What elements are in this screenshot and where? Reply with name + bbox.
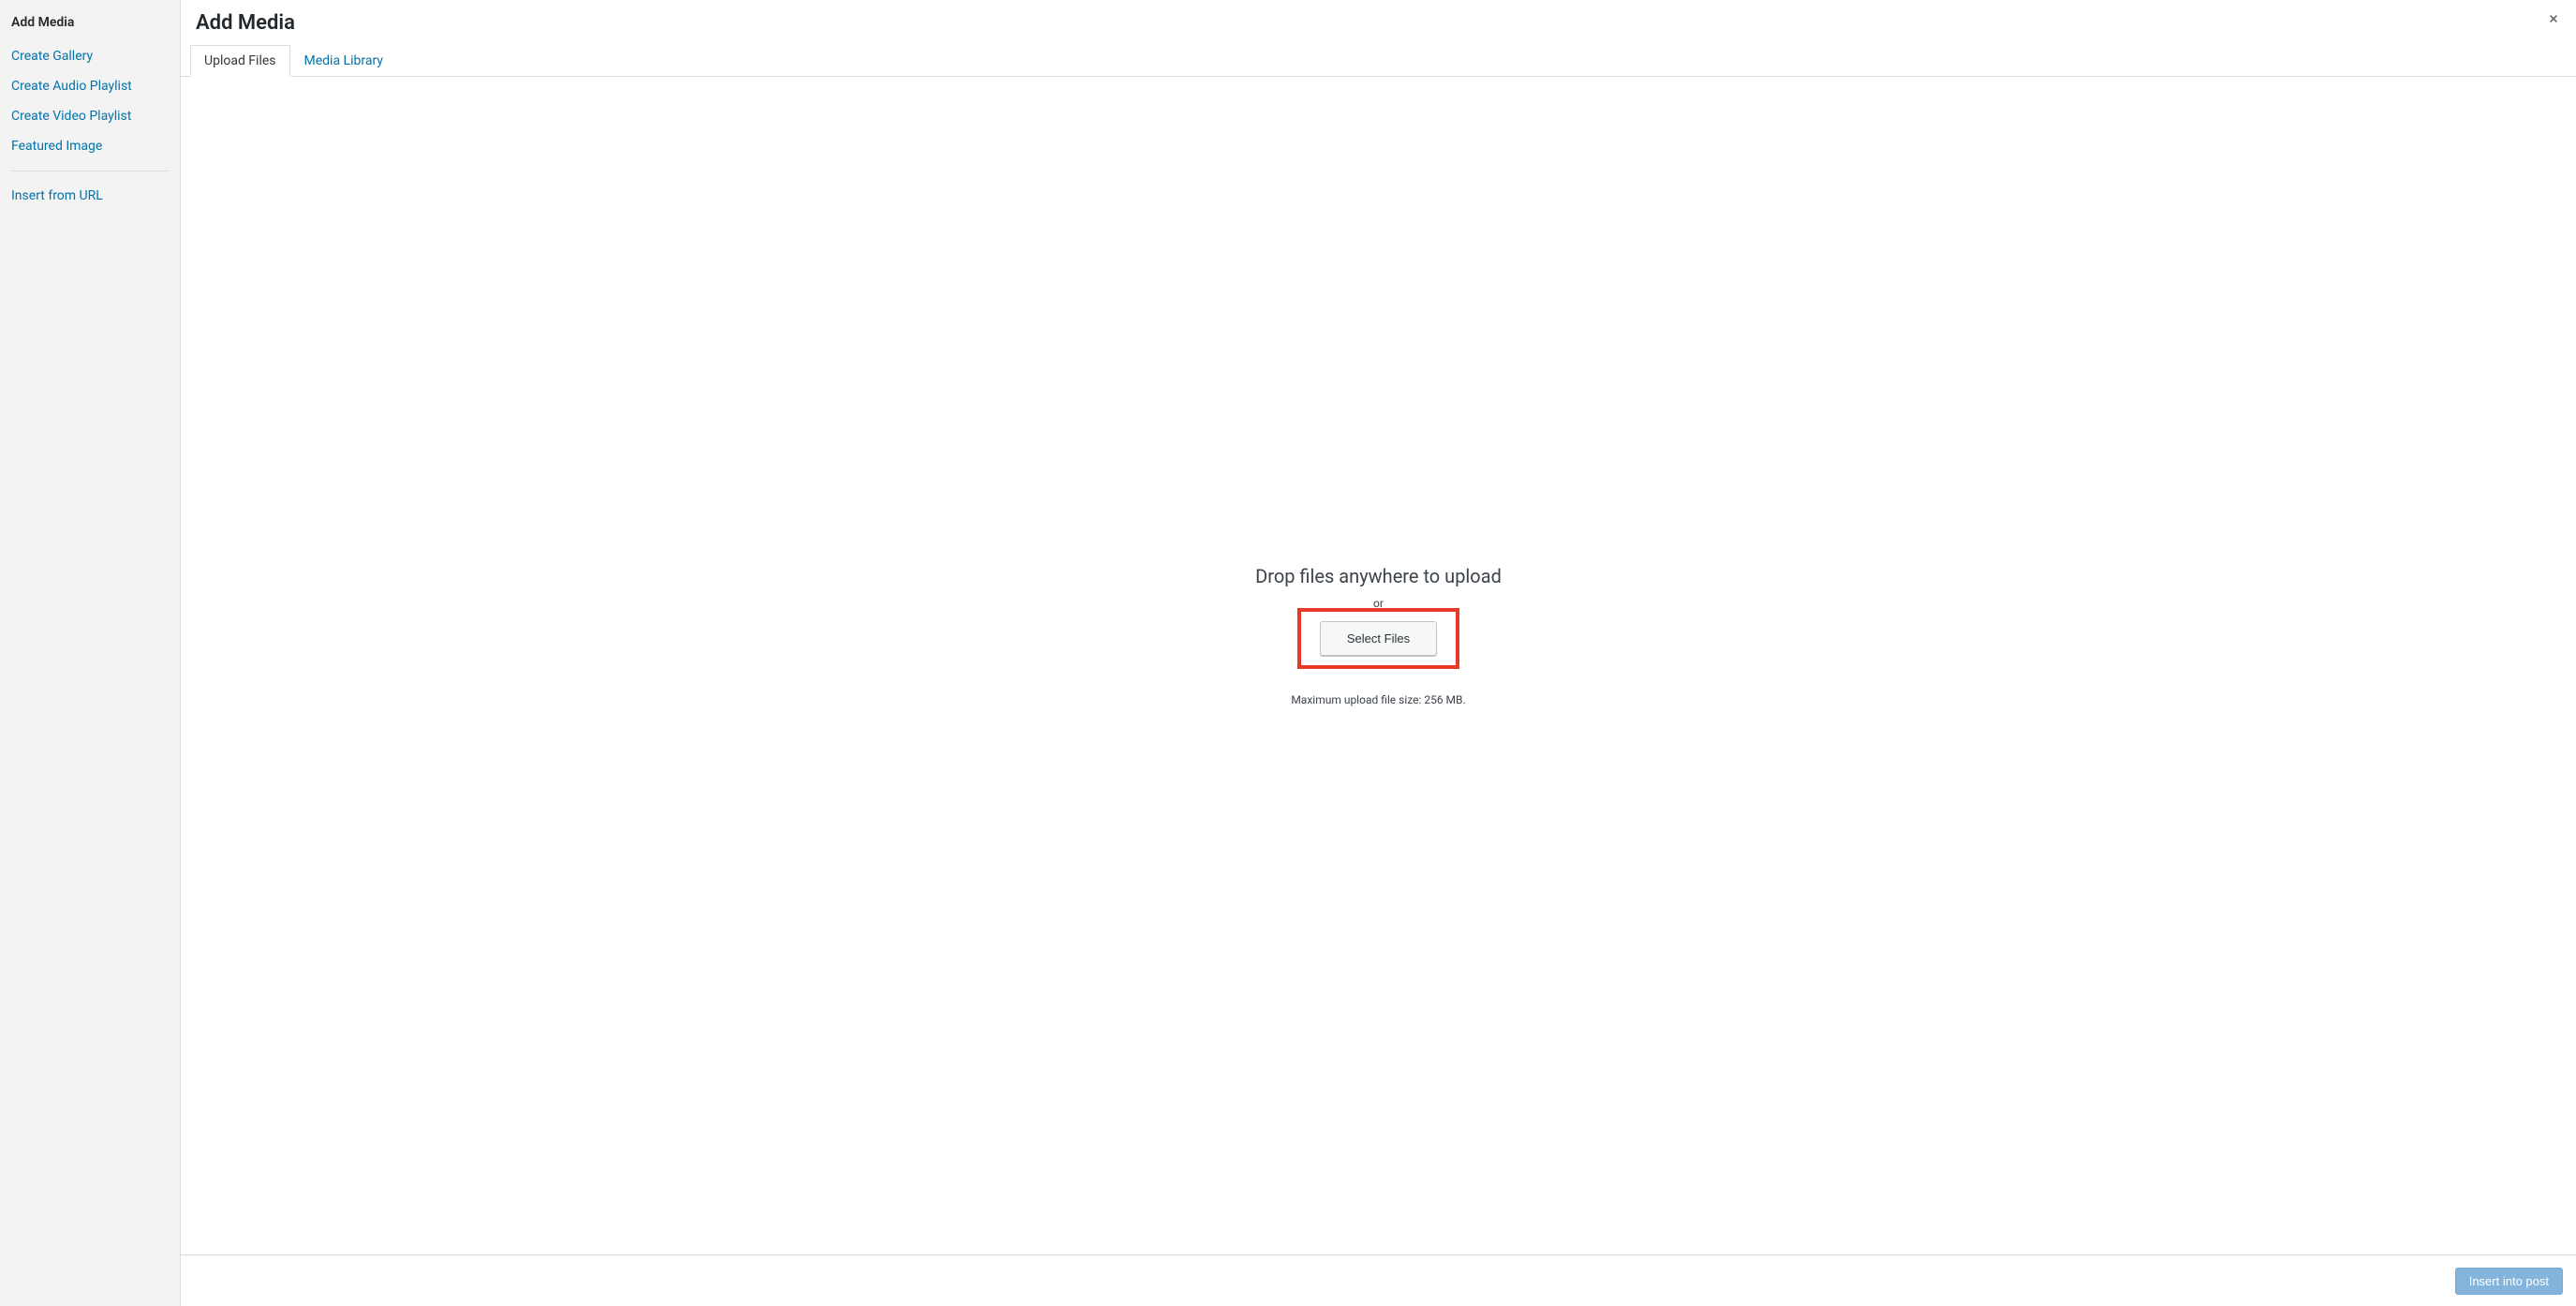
drop-instruction: Drop files anywhere to upload — [1255, 565, 1502, 587]
tabs: Upload Files Media Library — [181, 44, 2576, 76]
sidebar-item-create-video-playlist[interactable]: Create Video Playlist — [11, 101, 169, 131]
close-icon — [2546, 11, 2561, 30]
footer: Insert into post — [181, 1254, 2576, 1306]
upload-area[interactable]: Drop files anywhere to upload or Select … — [181, 77, 2576, 1306]
add-media-modal: Add Media Create Gallery Create Audio Pl… — [0, 0, 2576, 1306]
sidebar-item-insert-from-url[interactable]: Insert from URL — [11, 181, 169, 211]
main-header: Add Media — [181, 0, 2576, 44]
sidebar-item-create-audio-playlist[interactable]: Create Audio Playlist — [11, 71, 169, 101]
page-title: Add Media — [196, 0, 2561, 44]
sidebar-heading: Add Media — [11, 15, 169, 30]
sidebar: Add Media Create Gallery Create Audio Pl… — [0, 0, 181, 1306]
main-panel: Add Media Upload Files Media Library Dro… — [181, 0, 2576, 1306]
select-files-highlight: Select Files — [1297, 608, 1459, 669]
max-upload-size: Maximum upload file size: 256 MB. — [1291, 693, 1465, 706]
sidebar-item-create-gallery[interactable]: Create Gallery — [11, 41, 169, 71]
sidebar-item-featured-image[interactable]: Featured Image — [11, 131, 169, 161]
insert-into-post-button[interactable]: Insert into post — [2455, 1268, 2563, 1295]
select-files-button[interactable]: Select Files — [1320, 621, 1437, 656]
tab-media-library[interactable]: Media Library — [290, 45, 397, 77]
close-button[interactable] — [2542, 9, 2565, 32]
tab-upload-files[interactable]: Upload Files — [190, 45, 290, 77]
